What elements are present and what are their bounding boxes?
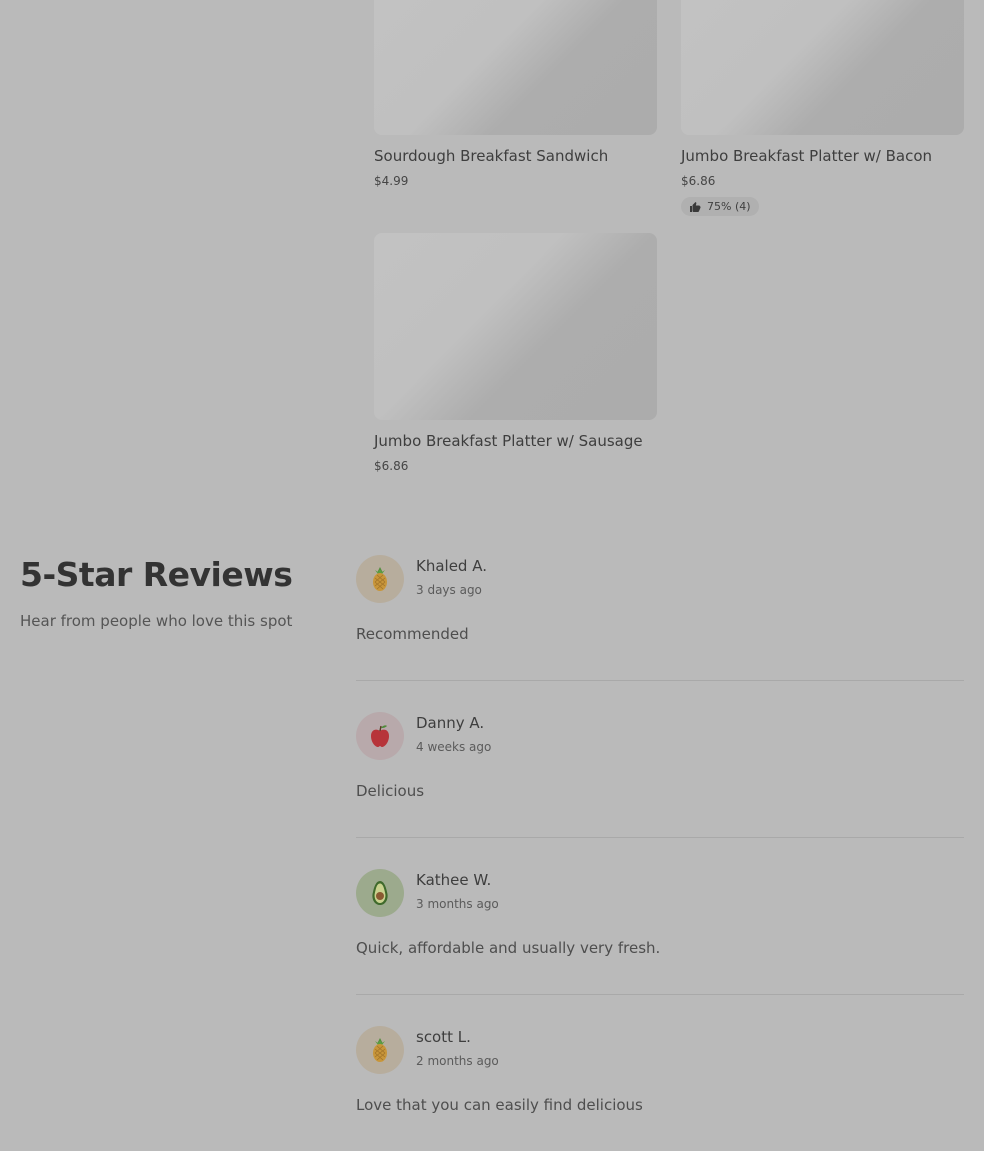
apple-icon (371, 725, 389, 747)
menu-item-price: $6.86 (681, 174, 716, 188)
menu-item-name: Sourdough Breakfast Sandwich (374, 147, 609, 165)
pineapple-icon (373, 1038, 387, 1062)
review-time: 3 months ago (416, 897, 499, 911)
reviews-title: 5-Star Reviews (20, 555, 293, 594)
reviewer-name: scott L. (416, 1028, 471, 1046)
review-item: Kathee W. 3 months ago Quick, affordable… (356, 869, 964, 995)
review-text: Love that you can easily find delicious (356, 1096, 643, 1114)
avocado-icon (372, 881, 388, 905)
review-text: Quick, affordable and usually very fresh… (356, 939, 661, 957)
menu-item-image (681, 0, 964, 135)
review-text: Delicious (356, 782, 425, 800)
menu-item-card[interactable]: Sourdough Breakfast Sandwich $4.99 (374, 0, 657, 188)
review-item: scott L. 2 months ago Love that you can … (356, 1026, 964, 1151)
menu-item-card[interactable]: Jumbo Breakfast Platter w/ Bacon $6.86 7… (681, 0, 964, 217)
menu-item-price: $6.86 (374, 459, 409, 473)
review-item: Khaled A. 3 days ago Recommended (356, 555, 964, 681)
menu-item-name: Jumbo Breakfast Platter w/ Sausage (374, 432, 643, 450)
avatar (356, 1026, 404, 1074)
thumbs-up-icon (690, 201, 701, 212)
menu-item-image (374, 0, 657, 135)
reviewer-name: Kathee W. (416, 871, 492, 889)
menu-item-price: $4.99 (374, 174, 409, 188)
reviewer-name: Danny A. (416, 714, 485, 732)
rating-badge: 75% (4) (681, 197, 759, 216)
reviews-subtitle: Hear from people who love this spot (20, 612, 293, 630)
review-text: Recommended (356, 625, 469, 643)
review-item: Danny A. 4 weeks ago Delicious (356, 712, 964, 838)
avatar (356, 555, 404, 603)
pineapple-icon (373, 567, 387, 591)
menu-item-image (374, 233, 657, 420)
review-time: 2 months ago (416, 1054, 499, 1068)
menu-item-name: Jumbo Breakfast Platter w/ Bacon (681, 147, 933, 165)
review-time: 3 days ago (416, 583, 482, 597)
review-time: 4 weeks ago (416, 740, 492, 754)
avatar (356, 869, 404, 917)
rating-text: 75% (4) (707, 200, 751, 213)
avatar (356, 712, 404, 760)
reviewer-name: Khaled A. (416, 557, 487, 575)
menu-item-card[interactable]: Jumbo Breakfast Platter w/ Sausage $6.86 (374, 233, 657, 473)
